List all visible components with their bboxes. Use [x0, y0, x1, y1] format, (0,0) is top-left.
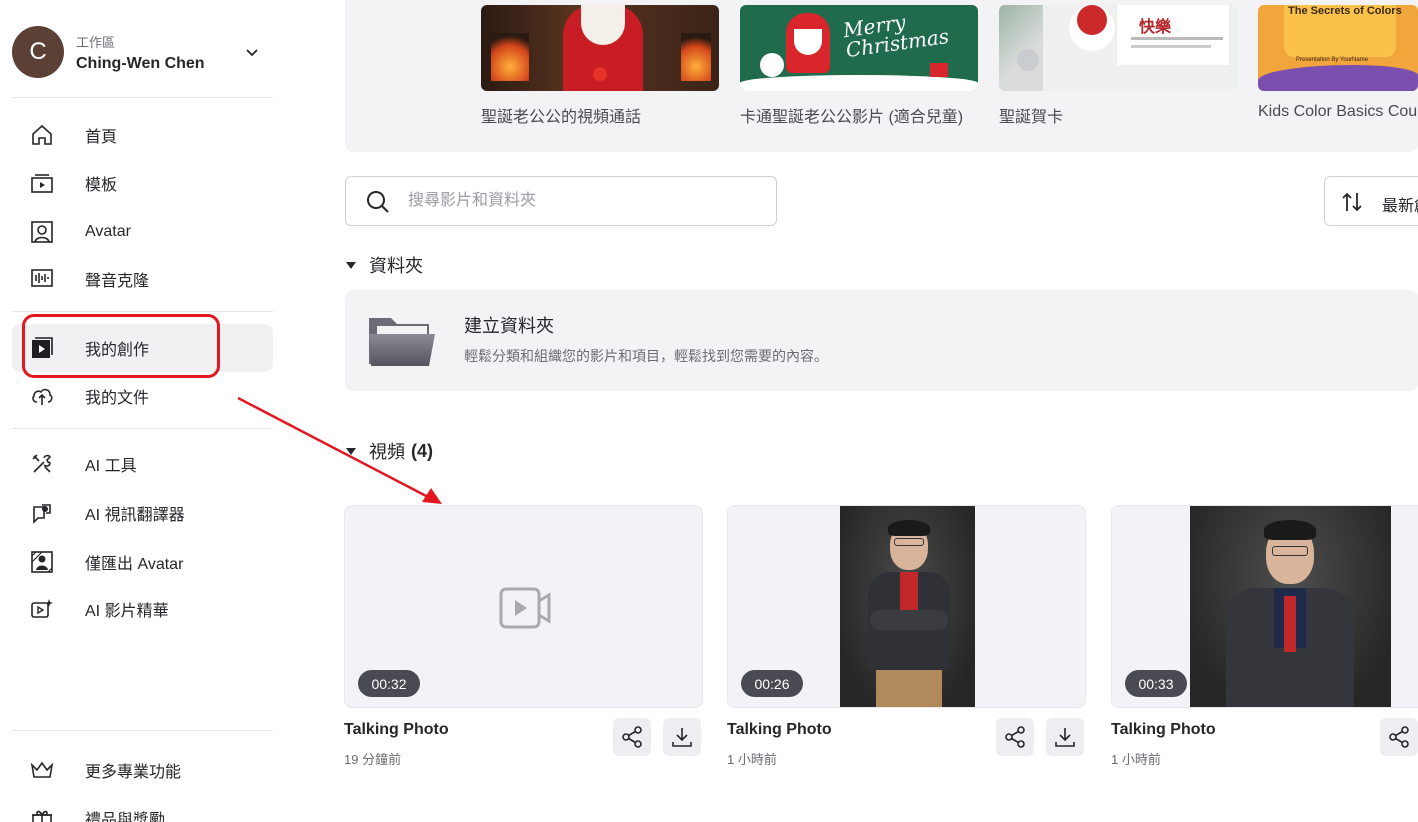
voice-clone-icon	[31, 269, 53, 287]
duration-badge: 00:32	[358, 670, 420, 697]
template-thumbnail: Merry Christmas	[740, 5, 978, 91]
search-icon	[367, 191, 389, 213]
upload-icon	[32, 388, 53, 405]
sidebar-item-gifts[interactable]: 禮品與獎勵	[12, 794, 273, 822]
duration-badge: 00:33	[1125, 670, 1187, 697]
create-folder-description: 輕鬆分類和組織您的影片和項目，輕鬆找到您需要的內容。	[464, 348, 828, 364]
folders-section-toggle[interactable]: 資料夾	[345, 252, 423, 278]
sidebar-item-label: 模板	[85, 177, 118, 194]
sidebar-item-voice-clone[interactable]: 聲音克隆	[12, 255, 273, 303]
home-icon	[32, 124, 52, 145]
highlights-icon	[31, 599, 53, 618]
video-timestamp: 1 小時前	[727, 752, 777, 767]
template-thumb-text: The Secrets of Colors	[1288, 5, 1402, 17]
avatar: C	[12, 26, 64, 78]
video-translate-icon	[33, 504, 51, 524]
video-title: Talking Photo	[1111, 721, 1216, 738]
gift-icon	[32, 810, 52, 822]
divider	[12, 311, 273, 312]
video-placeholder-icon	[499, 587, 551, 629]
workspace-label: 工作區	[76, 34, 116, 50]
template-thumbnail	[481, 5, 719, 91]
video-timestamp: 19 分鐘前	[344, 752, 402, 767]
folder-icon	[369, 318, 435, 366]
annotation-highlight-box	[22, 314, 220, 378]
template-thumb-text: Merry Christmas	[841, 9, 951, 63]
sidebar-item-label: Avatar	[85, 223, 131, 240]
template-thumbnail: 快樂	[999, 5, 1237, 91]
sort-label: 最新創	[1382, 198, 1418, 215]
template-carousel: 聖誕老公公的視頻通話 Merry Christmas 卡通聖誕老公公影片 (適合…	[345, 0, 1418, 152]
share-icon	[622, 726, 642, 748]
template-thumbnail: The Secrets of Colors Presentation By Yo…	[1258, 5, 1418, 91]
portrait-image	[840, 506, 975, 707]
tools-icon	[32, 454, 51, 473]
sidebar-item-label: 禮品與獎勵	[85, 812, 166, 822]
sidebar-item-home[interactable]: 首頁	[12, 111, 273, 159]
download-icon	[1055, 728, 1075, 747]
chevron-down-icon[interactable]	[246, 46, 258, 58]
sidebar-item-label: 首頁	[85, 129, 118, 146]
template-title: 聖誕老公公的視頻通話	[481, 109, 642, 126]
sidebar-item-export-avatar[interactable]: 僅匯出 Avatar	[12, 538, 273, 586]
sidebar-item-more-pro[interactable]: 更多專業功能	[12, 746, 273, 794]
workspace-switcher[interactable]: C 工作區 Ching-Wen Chen	[12, 24, 274, 80]
video-card[interactable]: 00:26 Talking Photo 1 小時前	[727, 505, 1086, 767]
share-button[interactable]	[613, 718, 651, 756]
video-thumbnail[interactable]: 00:32	[344, 505, 703, 708]
sidebar-item-highlights[interactable]: AI 影片精華	[12, 585, 273, 633]
share-button[interactable]	[996, 718, 1034, 756]
download-button[interactable]	[1046, 718, 1084, 756]
video-thumbnail[interactable]: 00:33	[1111, 505, 1418, 708]
template-thumb-sub: Presentation By YourName	[1296, 57, 1369, 63]
template-thumb-text: 快樂	[1139, 19, 1172, 36]
sort-icon	[1342, 192, 1362, 212]
sidebar-item-label: 我的文件	[85, 390, 150, 407]
portrait-image	[1190, 506, 1391, 707]
template-title: Kids Color Basics Cou	[1258, 103, 1418, 120]
download-icon	[672, 728, 692, 747]
sidebar-item-avatar[interactable]: Avatar	[12, 208, 273, 256]
share-icon	[1005, 726, 1025, 748]
video-card[interactable]: 00:32 Talking Photo 19 分鐘前	[344, 505, 703, 767]
folders-heading: 資料夾	[369, 256, 423, 276]
export-avatar-icon	[31, 551, 53, 573]
crown-icon	[30, 761, 54, 778]
search-input[interactable]	[408, 189, 758, 213]
avatar-icon	[31, 221, 53, 243]
video-card[interactable]: 00:33 Talking Photo 1 小時前	[1111, 505, 1418, 767]
template-icon	[31, 174, 53, 193]
create-folder-card[interactable]: 建立資料夾 輕鬆分類和組織您的影片和項目，輕鬆找到您需要的內容。	[345, 290, 1418, 391]
sidebar-item-label: 更多專業功能	[85, 764, 182, 781]
template-card[interactable]: 聖誕老公公的視頻通話	[481, 5, 719, 127]
video-title: Talking Photo	[727, 721, 832, 738]
search-box	[345, 176, 777, 226]
divider	[12, 730, 273, 731]
duration-badge: 00:26	[741, 670, 803, 697]
caret-down-icon	[346, 262, 356, 269]
video-thumbnail[interactable]: 00:26	[727, 505, 1086, 708]
download-button[interactable]	[663, 718, 701, 756]
video-title: Talking Photo	[344, 721, 449, 738]
template-title: 聖誕賀卡	[999, 109, 1064, 126]
sort-button[interactable]: 最新創	[1324, 176, 1418, 226]
template-card[interactable]: Merry Christmas 卡通聖誕老公公影片 (適合兒童)	[740, 5, 978, 127]
annotation-arrow	[237, 396, 442, 504]
template-card[interactable]: The Secrets of Colors Presentation By Yo…	[1258, 5, 1418, 121]
sidebar-item-label: 聲音克隆	[85, 273, 150, 290]
divider	[12, 97, 273, 98]
create-folder-title: 建立資料夾	[464, 316, 554, 336]
share-icon	[1389, 726, 1409, 748]
sidebar-item-label: AI 工具	[85, 458, 137, 475]
sidebar-item-label: AI 影片精華	[85, 603, 169, 620]
share-button[interactable]	[1380, 718, 1418, 756]
sidebar-item-label: AI 視訊翻譯器	[85, 507, 185, 524]
video-timestamp: 1 小時前	[1111, 752, 1161, 767]
template-title: 卡通聖誕老公公影片 (適合兒童)	[740, 109, 964, 126]
template-card[interactable]: 快樂 聖誕賀卡	[999, 5, 1237, 127]
workspace-name: Ching-Wen Chen	[76, 54, 205, 72]
sidebar-item-templates[interactable]: 模板	[12, 159, 273, 207]
sidebar-item-label: 僅匯出 Avatar	[85, 556, 184, 573]
